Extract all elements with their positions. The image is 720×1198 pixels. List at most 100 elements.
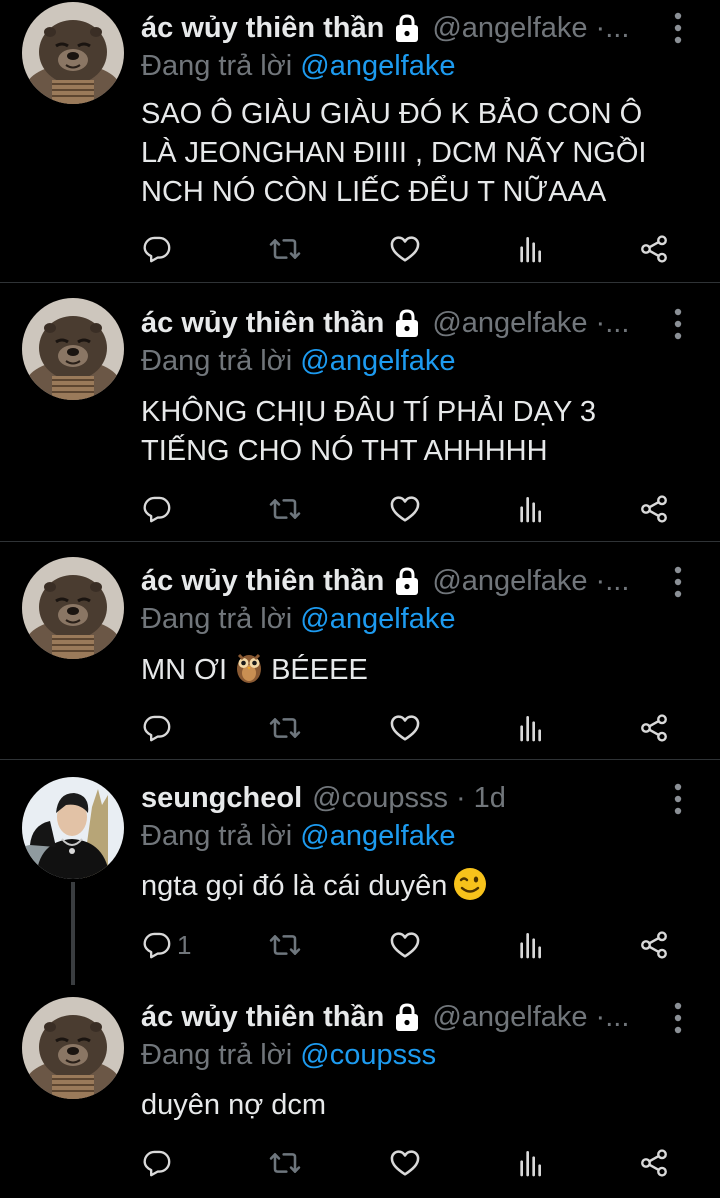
owl-emoji xyxy=(237,653,262,683)
winking-face-emoji xyxy=(454,868,487,900)
avatar[interactable] xyxy=(22,557,124,659)
share-icon xyxy=(638,1147,670,1179)
tweet-actions xyxy=(0,708,720,748)
username[interactable]: @angelfake xyxy=(432,8,587,48)
display-name[interactable]: seungcheol xyxy=(141,778,302,818)
reply-icon xyxy=(141,1147,173,1179)
like-button[interactable] xyxy=(389,489,421,529)
share-button[interactable] xyxy=(638,708,670,748)
mention-link[interactable]: @angelfake xyxy=(300,820,455,852)
display-name[interactable]: ác wủy thiên thần xyxy=(141,997,384,1037)
views-button[interactable] xyxy=(515,489,547,529)
display-name[interactable]: ác wủy thiên thần xyxy=(141,561,384,601)
like-button[interactable] xyxy=(389,925,421,965)
tweet-text-part: ngta gọi đó là cái duyên xyxy=(141,870,448,902)
views-button[interactable] xyxy=(515,925,547,965)
share-icon xyxy=(638,233,670,265)
lock-icon xyxy=(392,13,422,43)
retweet-icon xyxy=(269,712,301,744)
like-button[interactable] xyxy=(389,708,421,748)
tweet-actions: 1 xyxy=(0,925,720,965)
heart-icon xyxy=(389,233,421,265)
tweet-text-line: LÀ JEONGHAN ĐIIII , DCM NÃY NGỒI xyxy=(141,137,647,169)
tweet[interactable]: ác wủy thiên thần @angelfake ·... Đang t… xyxy=(0,985,720,1198)
separator-dot: · xyxy=(455,782,466,814)
views-icon xyxy=(515,1147,547,1179)
mention-link[interactable]: @angelfake xyxy=(300,603,455,635)
username[interactable]: @angelfake xyxy=(432,997,587,1037)
heart-icon xyxy=(389,712,421,744)
replying-to: Đang trả lời @coupsss xyxy=(141,1035,436,1075)
username[interactable]: @angelfake xyxy=(432,303,587,343)
retweet-button[interactable] xyxy=(269,1143,301,1183)
share-icon xyxy=(638,712,670,744)
lock-icon xyxy=(392,566,422,596)
tweet[interactable]: ác wủy thiên thần @angelfake ·... Đang t… xyxy=(0,542,720,759)
reply-button[interactable] xyxy=(141,229,173,269)
tweet-text: duyên nợ dcm xyxy=(141,1086,680,1125)
more-ellipsis: ·... xyxy=(595,12,630,44)
tweet-text-line: TIẾNG CHO NÓ THT AHHHHH xyxy=(141,435,548,467)
avatar[interactable] xyxy=(22,2,124,104)
display-name[interactable]: ác wủy thiên thần xyxy=(141,303,384,343)
timestamp[interactable]: 1d xyxy=(474,778,506,818)
retweet-button[interactable] xyxy=(269,925,301,965)
retweet-button[interactable] xyxy=(269,708,301,748)
replying-to-label: Đang trả lời xyxy=(141,603,293,635)
heart-icon xyxy=(389,929,421,961)
avatar[interactable] xyxy=(22,777,124,879)
tweet-text: MN ƠI BÉEEE xyxy=(141,650,680,690)
retweet-icon xyxy=(269,1147,301,1179)
replying-to: Đang trả lời @angelfake xyxy=(141,599,455,639)
conversation-timeline: ác wủy thiên thần @angelfake ·... Đang t… xyxy=(0,0,720,1198)
views-button[interactable] xyxy=(515,229,547,269)
views-button[interactable] xyxy=(515,708,547,748)
retweet-button[interactable] xyxy=(269,229,301,269)
avatar[interactable] xyxy=(22,298,124,400)
reply-button[interactable]: 1 xyxy=(141,925,191,965)
like-button[interactable] xyxy=(389,1143,421,1183)
mention-link[interactable]: @coupsss xyxy=(300,1039,436,1071)
retweet-icon xyxy=(269,233,301,265)
more-vertical-icon[interactable] xyxy=(668,1000,688,1036)
heart-icon xyxy=(389,1147,421,1179)
replying-to-label: Đang trả lời xyxy=(141,820,293,852)
heart-icon xyxy=(389,493,421,525)
replying-to: Đang trả lời @angelfake xyxy=(141,46,455,86)
lock-icon xyxy=(392,308,422,338)
display-name[interactable]: ác wủy thiên thần xyxy=(141,8,384,48)
tweet-text-line: KHÔNG CHỊU ĐÂU TÍ PHẢI DẠY 3 xyxy=(141,396,596,428)
like-button[interactable] xyxy=(389,229,421,269)
views-icon xyxy=(515,712,547,744)
reply-button[interactable] xyxy=(141,489,173,529)
more-ellipsis: ·... xyxy=(595,565,630,597)
username[interactable]: @coupsss xyxy=(312,778,448,818)
share-button[interactable] xyxy=(638,925,670,965)
retweet-icon xyxy=(269,493,301,525)
views-button[interactable] xyxy=(515,1143,547,1183)
avatar[interactable] xyxy=(22,997,124,1099)
reply-icon xyxy=(141,712,173,744)
share-button[interactable] xyxy=(638,1143,670,1183)
reply-button[interactable] xyxy=(141,708,173,748)
tweet-text: KHÔNG CHỊU ĐÂU TÍ PHẢI DẠY 3 TIẾNG CHO N… xyxy=(141,393,680,471)
tweet[interactable]: ác wủy thiên thần @angelfake ·... Đang t… xyxy=(0,0,720,282)
more-vertical-icon[interactable] xyxy=(668,306,688,342)
tweet[interactable]: seungcheol @coupsss · 1d Đang trả lời @a… xyxy=(0,760,720,985)
share-button[interactable] xyxy=(638,489,670,529)
more-ellipsis: ·... xyxy=(595,1001,630,1033)
mention-link[interactable]: @angelfake xyxy=(300,345,455,377)
reply-button[interactable] xyxy=(141,1143,173,1183)
mention-link[interactable]: @angelfake xyxy=(300,50,455,82)
tweet[interactable]: ác wủy thiên thần @angelfake ·... Đang t… xyxy=(0,283,720,541)
replying-to-label: Đang trả lời xyxy=(141,345,293,377)
more-vertical-icon[interactable] xyxy=(668,781,688,817)
retweet-icon xyxy=(269,929,301,961)
retweet-button[interactable] xyxy=(269,489,301,529)
more-vertical-icon[interactable] xyxy=(668,564,688,600)
more-vertical-icon[interactable] xyxy=(668,10,688,46)
username[interactable]: @angelfake xyxy=(432,561,587,601)
share-button[interactable] xyxy=(638,229,670,269)
reply-icon xyxy=(141,493,173,525)
tweet-text-part: duyên nợ dcm xyxy=(141,1089,327,1121)
